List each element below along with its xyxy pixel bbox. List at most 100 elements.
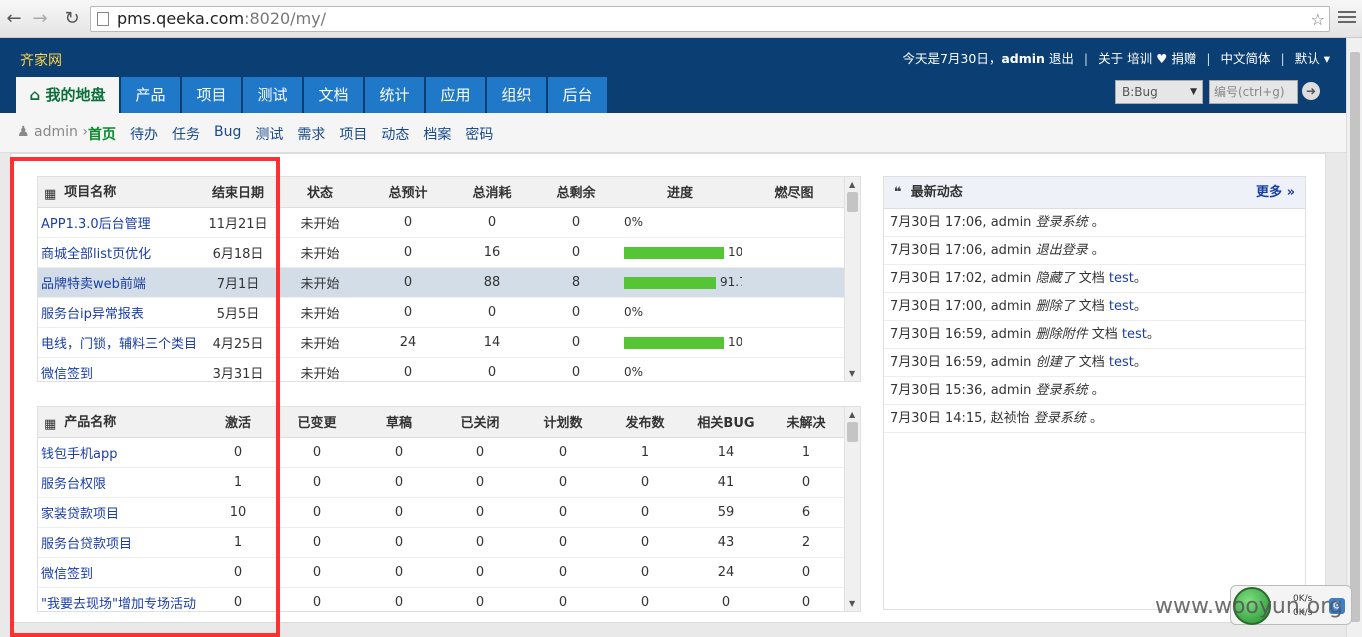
product-releases: 0	[604, 557, 686, 588]
heart-icon: ♥	[1156, 51, 1168, 66]
product-bugs: 0	[686, 587, 766, 611]
progress-text: 100	[728, 245, 742, 259]
col-draft: 草稿	[360, 407, 438, 438]
search-input[interactable]: 编号(ctrl+g)	[1209, 80, 1298, 104]
product-draft: 0	[360, 467, 438, 498]
col-estimate[interactable]: 总预计	[366, 177, 450, 208]
project-estimate: 24	[366, 327, 450, 358]
back-icon[interactable]: ←	[2, 7, 26, 31]
page-scrollbar[interactable]	[1346, 38, 1362, 637]
current-user[interactable]: admin	[1001, 51, 1045, 66]
project-consumed: 14	[450, 327, 534, 358]
table-row: 服务台权限 1 0 0 0 0 0 41 0	[38, 467, 846, 498]
project-consumed: 0	[450, 357, 534, 381]
address-bar[interactable]: pms.qeeka.com:8020/my/ ☆	[90, 6, 1330, 32]
product-name-link[interactable]: 微信签到	[38, 557, 202, 588]
product-draft: 0	[360, 587, 438, 611]
project-name-link[interactable]: 电线，门锁，辅料三个类目	[38, 327, 202, 358]
project-status: 未开始	[274, 357, 366, 381]
tab-project[interactable]: 项目	[182, 77, 241, 113]
col-left[interactable]: 总剩余	[534, 177, 618, 208]
subnav-home[interactable]: 首页	[88, 124, 116, 144]
progress-text: 100	[728, 335, 742, 349]
product-name-link[interactable]: "我要去现场"增加专场活动	[38, 587, 202, 611]
reload-icon[interactable]: ↻	[60, 7, 84, 31]
subnav-password[interactable]: 密码	[465, 124, 493, 144]
project-burndown	[742, 297, 846, 328]
theme-caret-icon[interactable]: ▾	[1324, 51, 1330, 66]
project-name-link[interactable]: 品牌特卖web前端	[38, 267, 202, 298]
col-end-date[interactable]: 结束日期	[202, 177, 274, 208]
project-name-link[interactable]: 服务台ip异常报表	[38, 297, 202, 328]
browser-menu-icon[interactable]	[1338, 8, 1356, 26]
subnav-dynamic[interactable]: 动态	[381, 124, 409, 144]
subnav-bug[interactable]: Bug	[214, 124, 241, 144]
feed-object-link[interactable]: test	[1122, 327, 1147, 342]
col-active: 激活	[202, 407, 274, 438]
product-plans: 0	[522, 527, 604, 558]
feed-more-link[interactable]: 更多 »	[1256, 177, 1295, 209]
tab-test[interactable]: 测试	[243, 77, 302, 113]
tab-app[interactable]: 应用	[426, 77, 485, 113]
search-type-select[interactable]: B:Bug ▼	[1115, 80, 1203, 104]
forward-icon[interactable]: →	[28, 7, 52, 31]
feed-end: 。	[1133, 271, 1147, 286]
col-progress[interactable]: 进度	[618, 177, 742, 208]
product-name-link[interactable]: 家装贷款项目	[38, 497, 202, 528]
feed-item: 7月30日 14:15, 赵祯怡 登录系统 。	[884, 405, 1305, 433]
project-scrollbar[interactable]: ▲ ▼	[844, 177, 860, 381]
subnav-project[interactable]: 项目	[339, 124, 367, 144]
product-plans: 0	[522, 467, 604, 498]
project-name-link[interactable]: 微信签到	[38, 357, 202, 381]
product-active: 0	[202, 557, 274, 588]
training-link[interactable]: 培训	[1127, 51, 1152, 66]
url-host: pms.qeeka.com	[117, 9, 245, 28]
tab-report[interactable]: 统计	[365, 77, 424, 113]
tab-company[interactable]: 组织	[487, 77, 546, 113]
logout-link[interactable]: 退出	[1049, 51, 1074, 66]
search-go-icon[interactable]: ➜	[1302, 82, 1320, 100]
subnav-test[interactable]: 测试	[255, 124, 283, 144]
bookmark-star-icon[interactable]: ☆	[1311, 8, 1325, 32]
brand-name[interactable]: 齐家网	[20, 50, 62, 70]
tab-admin[interactable]: 后台	[548, 77, 607, 113]
theme-select[interactable]: 默认	[1295, 51, 1320, 66]
feed-object-link[interactable]: test	[1109, 271, 1134, 286]
table-row: 微信签到 3月31日 未开始 0 0 0 0%	[38, 357, 846, 381]
feed-list: 7月30日 17:06, admin 登录系统 。 7月30日 17:06, ad…	[884, 209, 1305, 433]
col-status[interactable]: 状态	[274, 177, 366, 208]
subnav-task[interactable]: 任务	[172, 124, 200, 144]
product-closed: 0	[438, 587, 522, 611]
project-name-link[interactable]: APP1.3.0后台管理	[38, 207, 202, 238]
main-nav: ⌂ 我的地盘 产品 项目 测试 文档 统计 应用 组织 后台	[16, 77, 609, 113]
feed-object-link[interactable]: test	[1109, 355, 1134, 370]
feed-actor: admin	[990, 243, 1032, 258]
product-block: ▦ 产品名称 激活 已变更 草稿 已关闭 计划数 发布数 相关BUG 未解决 钱包…	[37, 406, 861, 612]
about-link[interactable]: 关于	[1098, 51, 1123, 66]
product-name-link[interactable]: 服务台贷款项目	[38, 527, 202, 558]
subnav-profile[interactable]: 档案	[423, 124, 451, 144]
product-scrollbar[interactable]: ▲ ▼	[844, 407, 860, 611]
language-select[interactable]: 中文简体	[1221, 51, 1271, 66]
project-name-link[interactable]: 商城全部list页优化	[38, 237, 202, 268]
product-plans: 0	[522, 497, 604, 528]
col-consumed[interactable]: 总消耗	[450, 177, 534, 208]
product-releases: 0	[604, 527, 686, 558]
feed-item: 7月30日 17:02, admin 隐藏了 文档 test。	[884, 265, 1305, 293]
donate-link[interactable]: 捐赠	[1171, 51, 1196, 66]
tab-my[interactable]: ⌂ 我的地盘	[16, 77, 119, 113]
product-name-link[interactable]: 服务台权限	[38, 467, 202, 498]
tab-product[interactable]: 产品	[121, 77, 180, 113]
project-estimate: 0	[366, 207, 450, 238]
product-name-link[interactable]: 钱包手机app	[38, 437, 202, 468]
tab-doc[interactable]: 文档	[304, 77, 363, 113]
product-active: 0	[202, 437, 274, 468]
project-progress: 0%	[618, 297, 742, 328]
col-unresolved: 未解决	[766, 407, 846, 438]
product-unresolved: 2	[766, 527, 846, 558]
feed-object-link[interactable]: test	[1109, 299, 1134, 314]
product-closed: 0	[438, 527, 522, 558]
subnav-story[interactable]: 需求	[297, 124, 325, 144]
progress-text: 0%	[624, 365, 644, 379]
subnav-todo[interactable]: 待办	[130, 124, 158, 144]
